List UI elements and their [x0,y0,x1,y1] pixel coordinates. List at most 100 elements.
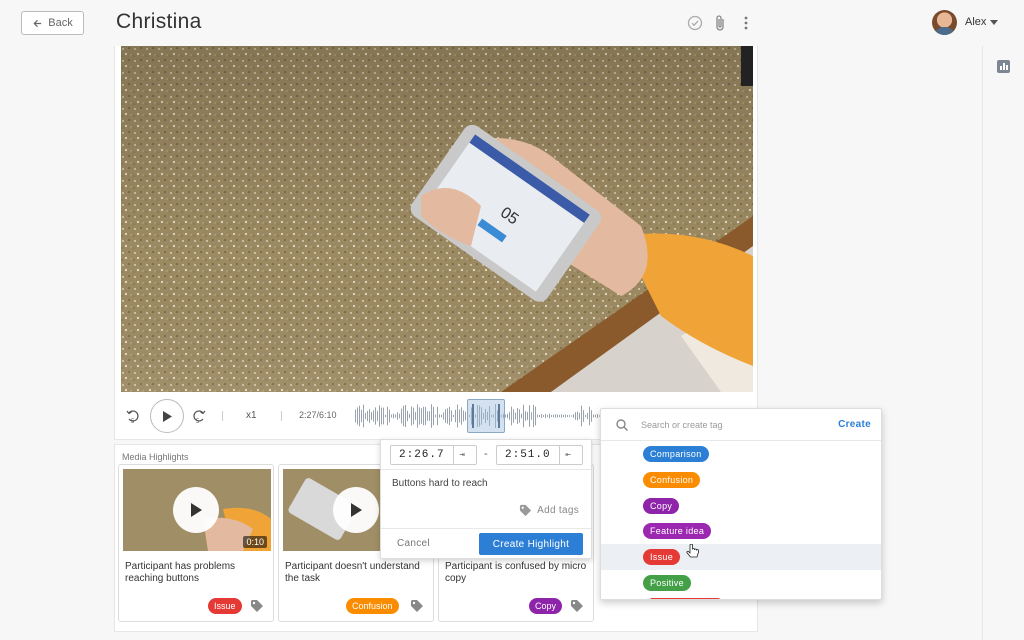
highlight-card[interactable]: 0:10 Participant has problems reaching b… [118,464,274,622]
waveform-bar [569,415,570,417]
waveform-bar [447,408,448,424]
tag-search-input[interactable] [641,417,821,433]
waveform-bar [537,414,538,418]
waveform-bar [383,407,384,425]
tag-option[interactable]: Copy [601,493,881,519]
waveform-bar [439,414,440,418]
user-name[interactable]: Alex [965,16,986,28]
forward-5-icon[interactable]: 5 [192,408,206,424]
tag-icon[interactable] [570,599,584,613]
tag-pill[interactable]: Positive [643,575,691,591]
waveform-bar [455,409,456,423]
tag-pill[interactable]: Issue [643,549,681,565]
search-icon [616,419,628,431]
cancel-button[interactable]: Cancel [397,538,430,549]
waveform-bar [505,414,506,418]
waveform-bar [413,407,414,425]
tag-pill[interactable]: Comparison [643,446,709,462]
waveform-bar [395,414,396,418]
create-highlight-button[interactable]: Create Highlight [479,533,583,555]
tag-dropdown: Create Comparison Confusion Copy Feature… [600,408,882,600]
waveform-bar [363,404,364,428]
waveform-bar [575,412,576,420]
rewind-5-icon[interactable]: 5 [126,408,140,424]
arrow-left-icon [33,19,42,27]
waveform-bar [567,415,568,417]
waveform-bar [585,414,586,418]
highlight-note[interactable]: Buttons hard to reach [392,478,488,489]
waveform-bar [459,409,460,423]
waveform-bar [403,405,404,427]
back-button[interactable]: Back [21,11,84,35]
waveform-bar [529,405,530,427]
end-time-field[interactable]: 2:51.0 ⇤ [496,445,583,465]
avatar[interactable] [932,10,957,35]
waveform-bar [563,414,564,418]
waveform-bar [391,414,392,418]
playback-speed[interactable]: x1 [246,410,257,421]
waveform-bar [359,405,360,427]
waveform-bar [549,413,550,419]
waveform-bar [405,405,406,427]
start-time-field[interactable]: 2:26.7 ⇥ [390,445,477,465]
waveform-bar [373,410,374,422]
waveform-bar [449,406,450,426]
waveform-bar [387,406,388,426]
waveform-bar [393,413,394,419]
waveform-bar [355,409,356,423]
waveform-bar [581,405,582,427]
tag-pill[interactable]: Feature idea [643,523,712,539]
highlight-thumbnail[interactable]: 0:10 [123,469,271,551]
end-time-value[interactable]: 2:51.0 [497,449,559,461]
highlight-tag[interactable]: Issue [208,598,242,614]
play-icon[interactable] [333,487,379,533]
highlight-tag[interactable]: Confusion [346,598,399,614]
highlight-description: Participant has problems reaching button… [125,561,236,584]
waveform-bar [523,404,524,428]
waveform-bar [541,413,542,419]
tag-option[interactable]: Comparison [601,441,881,467]
tag-pill[interactable]: Copy [643,498,680,514]
tag-option[interactable]: Issue [601,544,881,570]
waveform-bar [419,407,420,425]
create-tag-button[interactable]: Create [838,419,871,430]
waveform-bar [553,414,554,418]
tag-option[interactable]: Feature idea [601,518,881,544]
waveform-bar [409,413,410,419]
waveform-bar [445,409,446,423]
highlight-duration: 0:10 [243,536,267,548]
back-button-label: Back [48,17,73,29]
waveform-bar [361,409,362,423]
video-player[interactable]: 05 [121,46,753,392]
set-end-icon[interactable]: ⇤ [558,446,577,464]
waveform-bar [379,405,380,427]
waveform-bar [463,410,464,422]
tag-icon[interactable] [250,599,264,613]
add-tags-label: Add tags [537,505,579,516]
check-circle-icon[interactable] [686,14,704,32]
tag-option[interactable]: Positive [601,570,881,596]
start-time-value[interactable]: 2:26.7 [391,449,453,461]
waveform-bar [365,412,366,420]
set-start-icon[interactable]: ⇥ [452,446,471,464]
chevron-down-icon[interactable] [990,20,998,25]
waveform-bar [411,406,412,426]
waveform-bar [527,411,528,421]
waveform-bar [417,404,418,428]
paperclip-icon[interactable] [711,14,729,32]
tag-option[interactable]: Confusion [601,467,881,493]
waveform-bar [519,409,520,423]
waveform-bar [531,412,532,420]
more-vertical-icon[interactable] [737,14,755,32]
waveform-bar [517,407,518,425]
highlight-tag[interactable]: Copy [529,598,563,614]
bar-chart-icon[interactable] [997,60,1010,73]
tag-icon[interactable] [410,599,424,613]
add-tags-button[interactable]: Add tags [519,504,579,517]
time-display: 2:27/6:10 [299,410,337,420]
tag-pill[interactable]: Confusion [643,472,701,488]
play-button[interactable] [150,399,184,433]
highlight-selection-handle[interactable] [467,399,505,433]
play-icon[interactable] [173,487,219,533]
waveform-bar [451,410,452,422]
